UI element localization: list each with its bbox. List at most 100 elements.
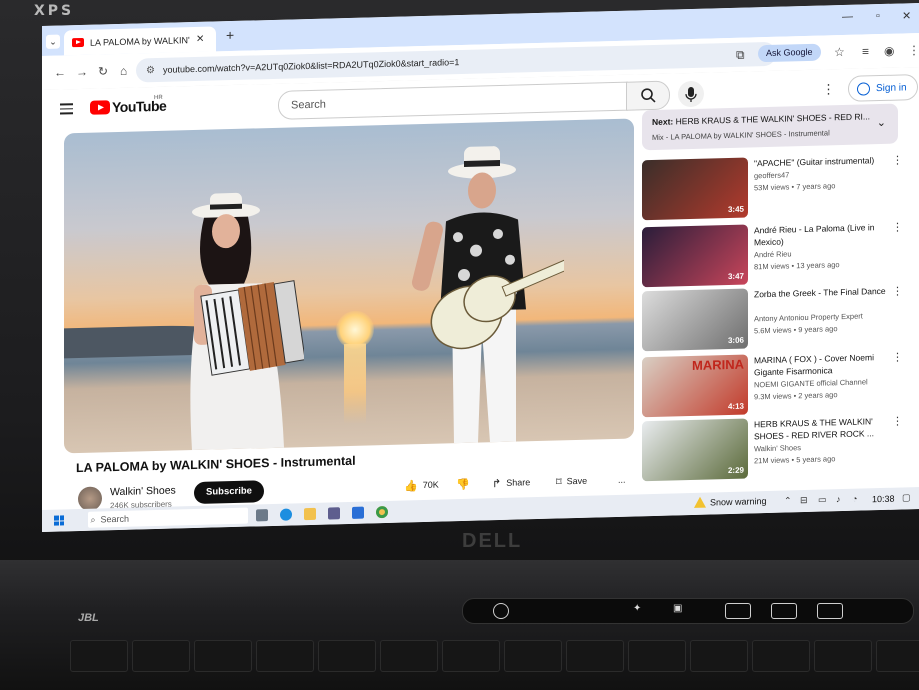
notification-icon[interactable]: ▢: [902, 492, 911, 503]
close-window-icon[interactable]: ✕: [902, 9, 911, 22]
wifi-icon[interactable]: ✦: [633, 603, 657, 617]
subscribe-button[interactable]: Subscribe: [194, 480, 264, 505]
video-thumbnail[interactable]: 3:45: [642, 157, 748, 221]
keyboard-key: [318, 640, 376, 672]
recommendation-title[interactable]: MARINA ( FOX ) - Cover Noemi Gigante Fis…: [754, 351, 886, 378]
video-thumbnail[interactable]: 2:29: [642, 418, 748, 482]
minimize-icon[interactable]: —: [842, 11, 853, 23]
video-player[interactable]: [64, 118, 634, 454]
recommendation-title[interactable]: HERB KRAUS & THE WALKIN' SHOES - RED RIV…: [754, 415, 886, 442]
maximize-icon[interactable]: ▫: [876, 10, 880, 22]
network-icon[interactable]: ⊟: [800, 495, 808, 506]
save-label: Save: [566, 475, 588, 487]
recommendation-channel[interactable]: Antony Antoniou Property Expert: [754, 312, 863, 324]
file-explorer-icon[interactable]: [304, 507, 316, 521]
like-button[interactable]: 👍 70K: [404, 474, 439, 497]
more-options-icon[interactable]: ⋮: [892, 350, 903, 363]
save-button[interactable]: ⌑ Save: [556, 470, 587, 493]
taskbar-search[interactable]: ⌕ Search: [88, 507, 248, 528]
recommendation-channel[interactable]: André Rieu: [754, 249, 792, 259]
wifi-tray-icon[interactable]: ◔: [852, 494, 857, 504]
keyboard-key: [442, 640, 500, 672]
keyboard-key: [380, 640, 438, 672]
search-button[interactable]: [626, 80, 670, 111]
battery-icon[interactable]: ▭: [818, 494, 827, 505]
more-options-icon[interactable]: ⋮: [892, 414, 903, 427]
taskbar-clock[interactable]: 10:38: [872, 494, 895, 505]
install-app-icon[interactable]: ⧉: [736, 48, 745, 63]
back-icon[interactable]: ←: [54, 65, 66, 79]
recommendation-title[interactable]: "APACHE" (Guitar instrumental): [754, 154, 886, 169]
taskbar-search-label: Search: [100, 513, 130, 525]
up-next-subtitle: Mix - LA PALOMA by WALKIN' SHOES - Instr…: [652, 128, 830, 143]
more-options-icon[interactable]: ⋮: [892, 153, 903, 166]
edge-icon[interactable]: [280, 508, 292, 521]
power-icon[interactable]: [493, 603, 509, 619]
up-next-panel[interactable]: Next: HERB KRAUS & THE WALKIN' SHOES - R…: [642, 103, 898, 151]
hamburger-menu-icon[interactable]: [60, 103, 73, 117]
more-options-icon[interactable]: ⋮: [892, 220, 903, 233]
task-view-icon[interactable]: [256, 509, 268, 522]
volume-icon[interactable]: ♪: [836, 494, 841, 504]
media-control-icon[interactable]: ≡: [862, 44, 869, 58]
channel-name[interactable]: Walkin' Shoes: [110, 484, 176, 498]
more-options-icon[interactable]: ⋮: [892, 284, 903, 297]
video-thumbnail[interactable]: 3:06: [642, 288, 748, 352]
tray-chevron-icon[interactable]: ⌃: [784, 495, 792, 506]
recommendation-title[interactable]: André Rieu - La Paloma (Live in Mexico): [754, 221, 886, 248]
weather-label[interactable]: Snow warning: [710, 496, 767, 507]
eject-icon[interactable]: [725, 603, 751, 619]
video-thumbnail[interactable]: MARINA 4:13: [642, 354, 748, 418]
lock-icon[interactable]: ▣: [673, 603, 697, 617]
channel-avatar[interactable]: [78, 486, 102, 512]
dislike-button[interactable]: 👎: [456, 473, 475, 495]
share-button[interactable]: ↱ Share: [492, 471, 530, 494]
reload-icon[interactable]: ↻: [98, 64, 108, 78]
recommendation-item[interactable]: 3:06 Zorba the Greek - The Final Dance Ant…: [642, 284, 912, 353]
search-placeholder: Search: [291, 98, 326, 111]
wireless-icon[interactable]: [771, 603, 797, 619]
recommendation-title[interactable]: Zorba the Greek - The Final Dance: [754, 285, 886, 300]
keyboard-key: [194, 640, 252, 672]
voice-search-button[interactable]: [678, 80, 704, 108]
video-duration: 3:06: [727, 335, 744, 346]
recommendation-item[interactable]: 3:47 André Rieu - La Paloma (Live in Mexi…: [642, 220, 912, 289]
woman-with-accordion: [190, 192, 304, 451]
forward-icon[interactable]: →: [76, 65, 88, 79]
recommendation-channel[interactable]: NOEMI GIGANTE official Channel: [754, 377, 868, 389]
waves-icon[interactable]: [817, 603, 843, 619]
tab-close-icon[interactable]: ✕: [196, 34, 204, 45]
windows-start-icon[interactable]: [54, 515, 64, 526]
bookmark-star-icon[interactable]: ☆: [834, 45, 845, 59]
recommendation-channel[interactable]: Walkin' Shoes: [754, 443, 801, 453]
chrome-menu-icon[interactable]: ⋮: [908, 43, 919, 57]
recommendation-meta: 9.3M views • 2 years ago: [754, 390, 838, 402]
settings-kebab-icon[interactable]: ⋮: [822, 81, 835, 97]
store-icon[interactable]: [328, 507, 340, 520]
recommendation-item[interactable]: 3:45 "APACHE" (Guitar instrumental) geoffe…: [642, 153, 912, 222]
sign-in-button[interactable]: Sign in: [848, 74, 918, 102]
scene-sun-reflection: [344, 343, 366, 425]
recommendation-item[interactable]: MARINA 4:13 MARINA ( FOX ) - Cover Noemi G…: [642, 350, 912, 419]
thumbnail-caption: MARINA: [692, 356, 744, 373]
search-input[interactable]: Search: [278, 81, 628, 120]
ask-google-button[interactable]: Ask Google: [758, 43, 821, 63]
recommendation-channel[interactable]: geoffers47: [754, 170, 789, 180]
keyboard-key: [628, 640, 686, 672]
tab-search-icon[interactable]: ⌄: [46, 34, 60, 49]
site-info-icon[interactable]: ⚙: [146, 65, 155, 76]
mail-icon[interactable]: [352, 506, 364, 519]
warning-icon: [694, 496, 706, 508]
chevron-down-icon[interactable]: ⌄: [877, 116, 886, 129]
chrome-taskbar-icon[interactable]: [376, 505, 388, 519]
keyboard-key: [256, 640, 314, 672]
video-thumbnail[interactable]: 3:47: [642, 224, 748, 288]
home-icon[interactable]: ⌂: [120, 64, 127, 78]
profile-icon[interactable]: ◉: [884, 44, 894, 58]
video-duration: 2:29: [727, 465, 744, 476]
recommendation-meta: 81M views • 13 years ago: [754, 260, 840, 272]
new-tab-icon[interactable]: +: [226, 27, 234, 43]
recommendation-item[interactable]: 2:29 HERB KRAUS & THE WALKIN' SHOES - RED…: [642, 414, 912, 483]
more-actions-button[interactable]: ...: [618, 469, 626, 491]
sign-in-label: Sign in: [876, 81, 907, 94]
